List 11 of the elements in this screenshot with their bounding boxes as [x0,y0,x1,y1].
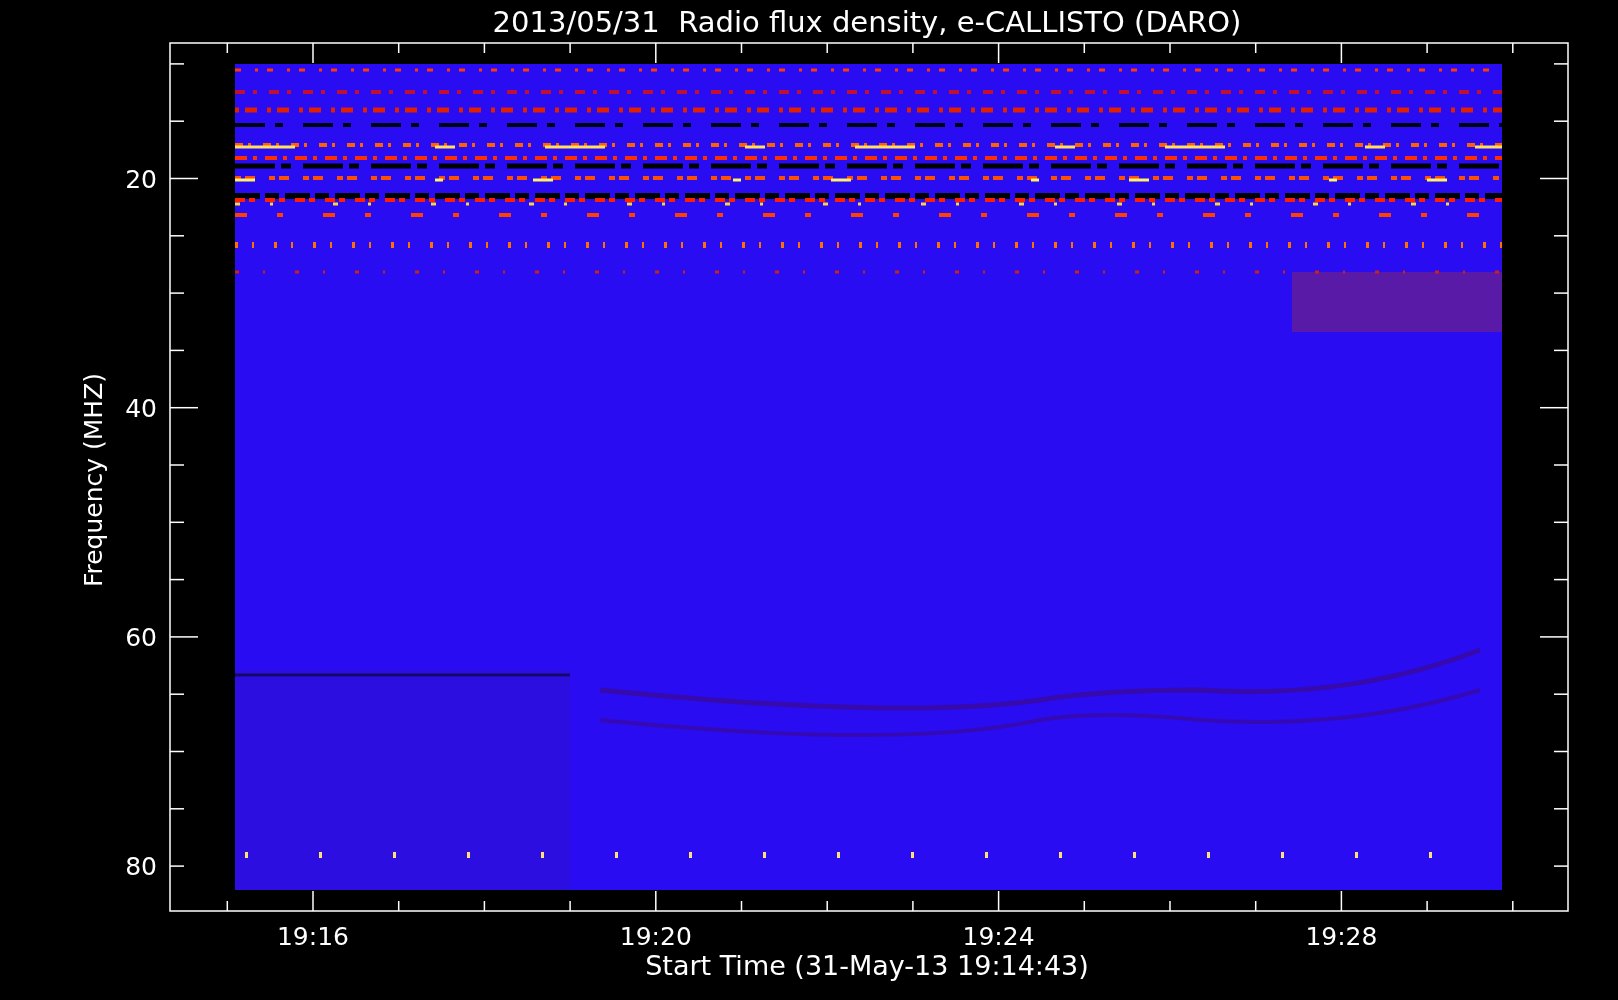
x-tick-label: 19:24 [962,922,1035,951]
x-axis-label: Start Time (31-May-13 19:14:43) [645,950,1089,981]
x-tick-label: 19:20 [619,922,692,951]
y-tick-label: 80 [125,852,157,882]
y-tick-label: 20 [125,164,157,194]
y-axis-label: Frequency (MHZ) [79,372,108,588]
y-tick-label: 40 [125,393,157,423]
x-tick-label: 19:28 [1305,922,1378,951]
y-tick-label: 60 [125,622,157,652]
x-tick-label: 19:16 [277,922,349,951]
chart-title: 2013/05/31 Radio flux density, e-CALLISTO (DARO) [492,5,1242,39]
